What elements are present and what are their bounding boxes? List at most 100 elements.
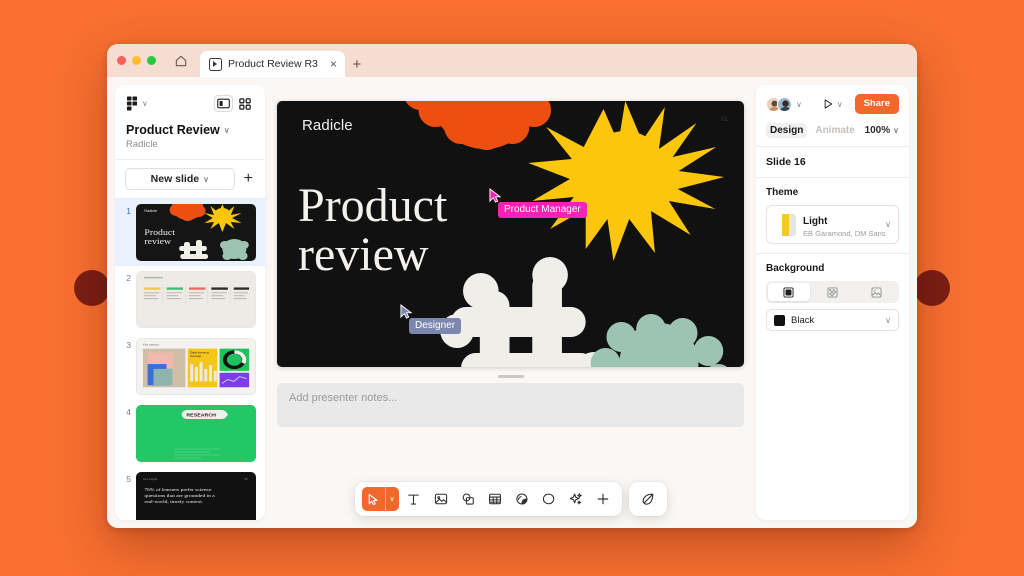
slide-thumbnail-5[interactable]: 5 Key insight 05 76% of learners prefer … (115, 467, 265, 520)
pattern-fill-option[interactable] (812, 283, 854, 301)
chevron-down-icon: ∨ (203, 174, 209, 184)
blob-icon (542, 493, 555, 505)
slide-thumbnail-2[interactable]: 2 (115, 266, 265, 333)
checker-pattern-icon (827, 287, 838, 297)
blob-shape-tool[interactable] (537, 487, 561, 511)
orange-burst (405, 101, 552, 150)
notes-resize-handle[interactable] (265, 367, 756, 383)
new-slide-button[interactable]: New slide ∨ (125, 168, 235, 190)
theme-swatch (774, 213, 796, 236)
svg-text:review: review (144, 237, 171, 246)
bottom-toolbar-area: ∨ (265, 482, 756, 516)
background-color-select[interactable]: Black ∨ (766, 309, 899, 331)
right-panel: ∨ ∨ Share Design Animate 100% ∨ Slide 16 (756, 85, 909, 520)
slide-title-line1: Product (298, 179, 448, 232)
sticker-tool[interactable] (510, 487, 534, 511)
app-body: ∨ Product Review ∨ Radicle New slide ∨ +… (107, 77, 917, 528)
share-button[interactable]: Share (854, 94, 899, 114)
close-window-button[interactable] (117, 55, 126, 65)
presenter-notes-placeholder: Add presenter notes... (289, 392, 398, 404)
chevron-down-icon: ∨ (885, 220, 891, 229)
chevron-down-icon: ∨ (142, 99, 148, 108)
shapes-icon (462, 493, 474, 505)
figma-logo-icon (127, 96, 137, 111)
slide-preview: Radicle Product review (136, 204, 256, 261)
svg-text:questions that are grounded in: questions that are grounded in a (144, 493, 215, 498)
chevron-down-icon[interactable]: ∨ (386, 495, 399, 503)
background-color-name: Black (791, 314, 815, 326)
slide-label: Slide 16 (766, 156, 806, 168)
slide-canvas[interactable]: Radicle 01 Product review Product Manage… (277, 101, 744, 367)
left-sidebar: ∨ Product Review ∨ Radicle New slide ∨ +… (115, 85, 265, 520)
minimize-window-button[interactable] (132, 55, 141, 65)
tools-toolbar: ∨ (354, 482, 622, 516)
slide-thumbnail-1[interactable]: 1 Radicle Product review (115, 199, 265, 266)
svg-text:average: average (190, 354, 202, 358)
slide-title-line2: review (298, 228, 429, 282)
more-tool[interactable] (591, 487, 615, 511)
background-section-title: Background (766, 263, 825, 274)
slide-thumbnail-4[interactable]: 4 RESEARCH (115, 400, 265, 467)
select-cursor-tool[interactable]: ∨ (361, 487, 399, 511)
text-tool[interactable] (402, 487, 426, 511)
image-tool[interactable] (429, 487, 453, 511)
present-button[interactable]: ∨ (822, 98, 843, 110)
theme-section: Theme Light EB Garamond, DM Sans ∨ (756, 178, 909, 253)
presentation-icon (209, 57, 222, 71)
slide-preview: Key metrics Daily learning average (136, 338, 256, 395)
plus-icon (597, 493, 608, 505)
ai-sparkle-tool[interactable] (564, 487, 588, 511)
cursor-label-text: Product Manager (498, 202, 587, 218)
slide-list[interactable]: 1 Radicle Product review 2 3 Key metrics… (115, 199, 265, 520)
add-slide-button[interactable]: + (242, 171, 255, 187)
theme-name: Light (803, 216, 828, 227)
view-panel-toggle[interactable] (214, 95, 233, 112)
right-panel-header: ∨ ∨ Share (756, 85, 909, 123)
traffic-lights (117, 44, 156, 77)
browser-tab[interactable]: Product Review R3 × (200, 51, 345, 77)
presenter-notes-input[interactable]: Add presenter notes... (277, 383, 744, 427)
slide-thumbnail-3[interactable]: 3 Key metrics Daily learning average (115, 333, 265, 400)
zoom-control[interactable]: 100% ∨ (865, 125, 899, 136)
solid-square-icon (783, 286, 794, 298)
theme-selector[interactable]: Light EB Garamond, DM Sans ∨ (766, 205, 899, 244)
cream-blob (440, 257, 611, 367)
theme-section-title: Theme (766, 187, 799, 198)
slide-preview (136, 271, 256, 328)
cursor-icon (362, 493, 385, 506)
tab-design[interactable]: Design (766, 123, 808, 138)
svg-text:Key insight: Key insight (143, 477, 157, 481)
deck-title[interactable]: Product Review ∨ (126, 123, 254, 137)
view-grid-toggle[interactable] (235, 95, 254, 112)
solid-fill-option[interactable] (768, 283, 810, 301)
draw-toolbar (628, 482, 667, 516)
new-tab-button[interactable]: + (345, 51, 369, 77)
shapes-tool[interactable] (456, 487, 480, 511)
svg-text:RESEARCH: RESEARCH (186, 413, 216, 418)
yellow-star-burst (528, 101, 725, 261)
svg-text:Key metrics: Key metrics (143, 343, 160, 347)
slide-number: 5 (126, 474, 131, 484)
cursor-label-text: Designer (409, 318, 462, 334)
theme-fonts: EB Garamond, DM Sans (803, 229, 886, 238)
background-type-segmented-control (766, 281, 899, 303)
maximize-window-button[interactable] (147, 55, 156, 65)
tab-animate[interactable]: Animate (811, 123, 858, 138)
collaborator-avatars[interactable]: ∨ (766, 96, 802, 112)
table-tool[interactable] (483, 487, 507, 511)
slide-preview: Key insight 05 76% of learners prefer sc… (136, 472, 256, 520)
image-fill-option[interactable] (855, 283, 897, 301)
background-section: Background Black ∨ (756, 254, 909, 340)
svg-text:Product: Product (144, 228, 175, 237)
draw-tool[interactable] (636, 487, 660, 511)
window-titlebar: Product Review R3 × + (107, 44, 917, 77)
app-brand[interactable]: ∨ (126, 96, 148, 111)
table-icon (488, 493, 501, 505)
slide-preview: RESEARCH (136, 405, 256, 462)
slide-number: 4 (126, 407, 131, 417)
new-slide-label: New slide (150, 173, 200, 185)
slide-title[interactable]: Product review (298, 181, 447, 280)
home-icon[interactable] (166, 44, 196, 77)
image-fill-icon (871, 287, 882, 297)
close-icon[interactable]: × (324, 58, 337, 70)
